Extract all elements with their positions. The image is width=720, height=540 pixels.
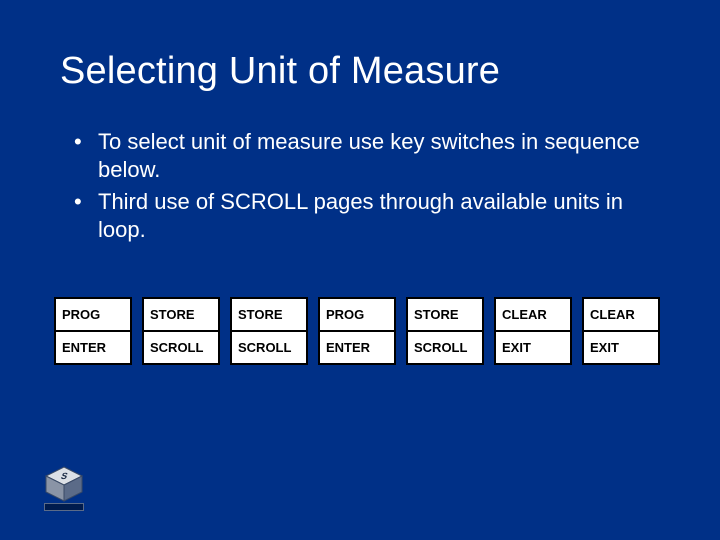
key-bottom-label: EXIT [584, 332, 658, 363]
key-bottom-label: EXIT [496, 332, 570, 363]
key-top-label: STORE [232, 299, 306, 332]
key-switch: CLEAR EXIT [582, 297, 660, 365]
key-switch: STORE SCROLL [406, 297, 484, 365]
key-top-label: CLEAR [584, 299, 658, 332]
key-bottom-label: SCROLL [408, 332, 482, 363]
bullet-list: To select unit of measure use key switch… [60, 128, 660, 245]
key-switch: CLEAR EXIT [494, 297, 572, 365]
company-logo: S [44, 466, 84, 512]
logo-bar [44, 503, 84, 511]
key-bottom-label: ENTER [56, 332, 130, 363]
key-bottom-label: SCROLL [232, 332, 306, 363]
key-top-label: STORE [144, 299, 218, 332]
logo-cube-icon: S [44, 466, 84, 502]
key-sequence: PROG ENTER STORE SCROLL STORE SCROLL PRO… [54, 297, 660, 365]
key-switch: PROG ENTER [318, 297, 396, 365]
bullet-item: To select unit of measure use key switch… [70, 128, 660, 184]
key-switch: STORE SCROLL [230, 297, 308, 365]
key-bottom-label: ENTER [320, 332, 394, 363]
key-switch: PROG ENTER [54, 297, 132, 365]
key-top-label: STORE [408, 299, 482, 332]
bullet-item: Third use of SCROLL pages through availa… [70, 188, 660, 244]
key-top-label: CLEAR [496, 299, 570, 332]
slide: Selecting Unit of Measure To select unit… [0, 0, 720, 540]
key-top-label: PROG [56, 299, 130, 332]
key-bottom-label: SCROLL [144, 332, 218, 363]
slide-title: Selecting Unit of Measure [60, 50, 660, 93]
key-top-label: PROG [320, 299, 394, 332]
key-switch: STORE SCROLL [142, 297, 220, 365]
